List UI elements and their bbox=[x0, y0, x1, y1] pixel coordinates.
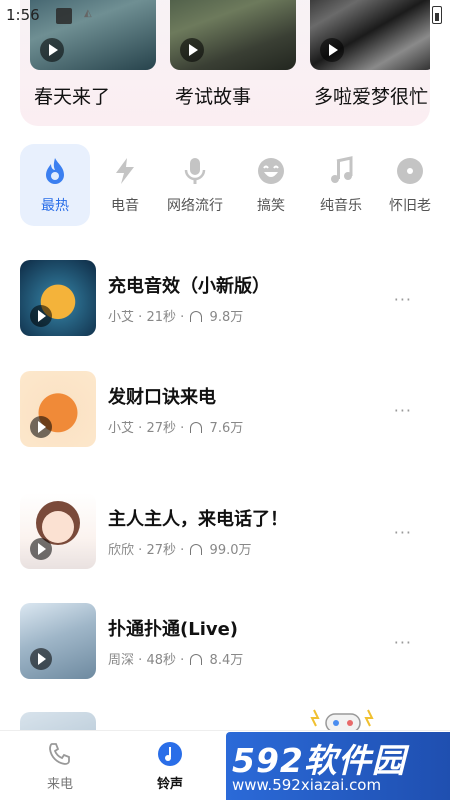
meta-separator: · bbox=[138, 653, 143, 668]
ringtone-cover[interactable] bbox=[20, 493, 96, 569]
play-icon[interactable] bbox=[30, 305, 52, 327]
category-nostalgic[interactable]: 怀旧老 bbox=[380, 144, 440, 226]
category-hot[interactable]: 最热 bbox=[20, 144, 90, 226]
nav-incoming-call[interactable]: 来电 bbox=[20, 731, 100, 800]
headphone-icon bbox=[190, 311, 203, 322]
ringtone-cover[interactable] bbox=[20, 603, 96, 679]
video-title[interactable]: 春天来了 bbox=[34, 82, 110, 109]
music-note-icon bbox=[331, 156, 353, 183]
microphone-icon bbox=[184, 158, 206, 184]
ringtone-row[interactable]: 主人主人，来电话了！ 欣欣 · 27秒 · 99.0万 ··· bbox=[20, 493, 430, 569]
meta-separator: · bbox=[180, 543, 185, 558]
ringtone-meta: 小艾 · 27秒 · 7.6万 bbox=[108, 417, 243, 436]
meta-separator: · bbox=[180, 653, 185, 668]
nav-ringtone[interactable]: 铃声 bbox=[130, 731, 210, 800]
category-label: 怀旧老 bbox=[389, 198, 431, 214]
ringtone-title: 主人主人，来电话了！ bbox=[108, 509, 288, 530]
ringtone-author: 周深 bbox=[108, 653, 135, 668]
headphone-icon bbox=[190, 544, 203, 555]
watermark: 592软件园 www.592xiazai.com bbox=[226, 732, 450, 800]
ringtone-row[interactable]: 充电音效（小新版） 小艾 · 21秒 · 9.8万 ··· bbox=[20, 260, 430, 336]
status-time: 1:56 bbox=[6, 6, 40, 24]
ringtone-author: 小艾 bbox=[108, 421, 135, 436]
play-icon[interactable] bbox=[180, 38, 204, 62]
ringtone-author: 欣欣 bbox=[108, 543, 135, 558]
ringtone-cover[interactable] bbox=[20, 371, 96, 447]
nav-label: 来电 bbox=[46, 777, 73, 792]
ringtone-author: 小艾 bbox=[108, 310, 135, 325]
ringtone-title: 充电音效（小新版） bbox=[108, 276, 270, 297]
more-options-icon[interactable]: ··· bbox=[394, 523, 412, 542]
ringtone-cover[interactable] bbox=[20, 712, 96, 732]
watermark-url: www.592xiazai.com bbox=[232, 776, 382, 794]
battery-icon bbox=[432, 6, 442, 24]
ringtone-plays: 7.6万 bbox=[209, 421, 244, 436]
category-electronic[interactable]: 电音 bbox=[90, 144, 160, 226]
phone-call-icon bbox=[49, 743, 70, 765]
headphone-icon bbox=[190, 422, 203, 433]
app-notification-icon: ◭ bbox=[84, 8, 92, 19]
ringtone-title: 扑通扑通(Live) bbox=[108, 619, 239, 640]
more-options-icon[interactable]: ··· bbox=[394, 401, 412, 420]
ringtone-duration: 48秒 bbox=[146, 653, 176, 668]
flame-icon bbox=[46, 158, 64, 184]
category-label: 搞笑 bbox=[257, 198, 285, 214]
video-title[interactable]: 考试故事 bbox=[175, 82, 251, 109]
laughing-face-icon bbox=[258, 158, 284, 184]
ringtone-row[interactable]: 发财口诀来电 小艾 · 27秒 · 7.6万 ··· bbox=[20, 371, 430, 447]
play-icon[interactable] bbox=[30, 416, 52, 438]
category-funny[interactable]: 搞笑 bbox=[236, 144, 306, 226]
more-options-icon[interactable]: ··· bbox=[394, 633, 412, 652]
ringtone-plays: 99.0万 bbox=[209, 543, 252, 558]
meta-separator: · bbox=[138, 310, 143, 325]
vinyl-disc-icon bbox=[397, 158, 423, 184]
headphone-icon bbox=[190, 654, 203, 665]
notification-icon bbox=[56, 8, 72, 24]
music-note-icon bbox=[158, 742, 182, 766]
ringtone-plays: 8.4万 bbox=[209, 653, 244, 668]
play-icon[interactable] bbox=[30, 648, 52, 670]
play-icon[interactable] bbox=[30, 538, 52, 560]
ringtone-duration: 21秒 bbox=[146, 310, 176, 325]
category-popular[interactable]: 网络流行 bbox=[160, 144, 230, 226]
watermark-brand: 592软件园 bbox=[232, 741, 406, 780]
category-pure-music[interactable]: 纯音乐 bbox=[306, 144, 376, 226]
play-icon[interactable] bbox=[40, 38, 64, 62]
category-label: 纯音乐 bbox=[320, 198, 362, 214]
ringtone-meta: 小艾 · 21秒 · 9.8万 bbox=[108, 306, 243, 325]
ringtone-duration: 27秒 bbox=[146, 421, 176, 436]
meta-separator: · bbox=[180, 310, 185, 325]
status-bar: 1:56 ◭ bbox=[0, 0, 450, 30]
ringtone-cover[interactable] bbox=[20, 260, 96, 336]
meta-separator: · bbox=[138, 543, 143, 558]
ringtone-duration: 27秒 bbox=[146, 543, 176, 558]
ringtone-row[interactable]: 扑通扑通(Live) 周深 · 48秒 · 8.4万 ··· bbox=[20, 603, 430, 679]
category-label: 最热 bbox=[41, 198, 69, 214]
nav-label: 铃声 bbox=[156, 777, 183, 792]
video-title[interactable]: 多啦爱梦很忙 bbox=[314, 82, 430, 109]
meta-separator: · bbox=[180, 421, 185, 436]
category-tabs: 最热 电音 网络流行 搞笑 纯音乐 怀旧老 bbox=[20, 144, 450, 228]
category-label: 电音 bbox=[111, 198, 139, 214]
ringtone-plays: 9.8万 bbox=[209, 310, 244, 325]
more-options-icon[interactable]: ··· bbox=[394, 290, 412, 309]
meta-separator: · bbox=[138, 421, 143, 436]
lightning-icon bbox=[116, 158, 134, 184]
category-label: 网络流行 bbox=[167, 198, 223, 214]
ringtone-meta: 周深 · 48秒 · 8.4万 bbox=[108, 649, 243, 668]
play-icon[interactable] bbox=[320, 38, 344, 62]
ringtone-meta: 欣欣 · 27秒 · 99.0万 bbox=[108, 539, 252, 558]
ringtone-title: 发财口诀来电 bbox=[108, 387, 216, 408]
